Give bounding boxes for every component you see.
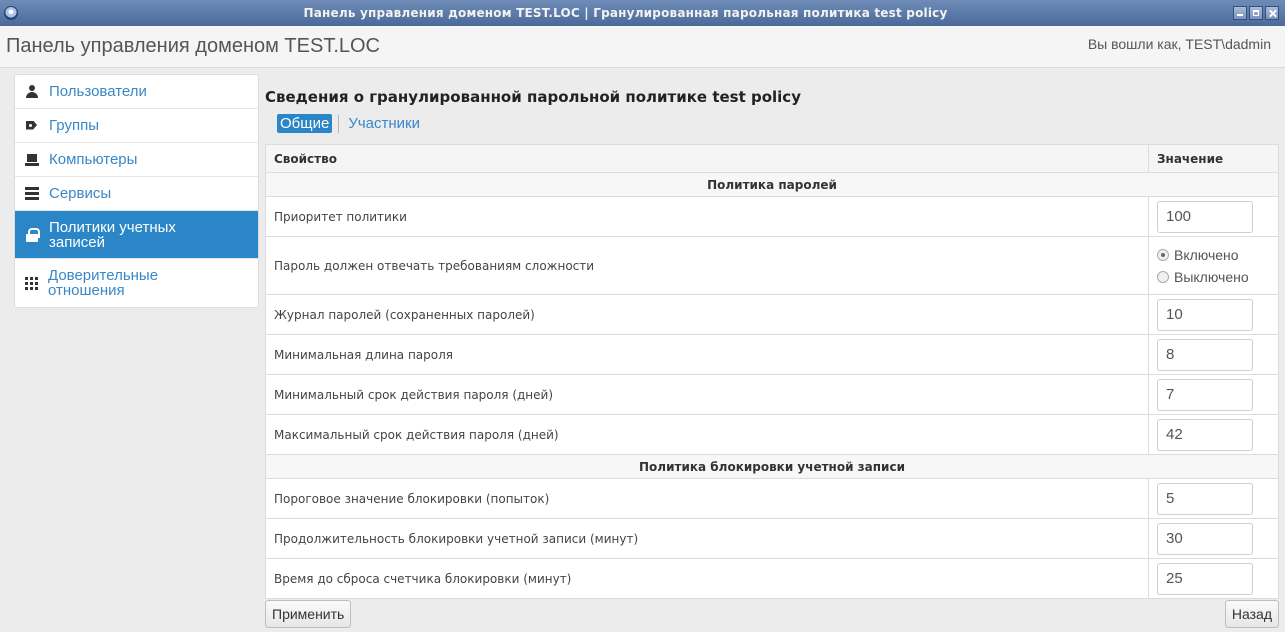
- sidebar-item-groups[interactable]: Группы: [15, 109, 258, 143]
- table-row: Максимальный срок действия пароля (дней)…: [265, 414, 1279, 455]
- table-row: Продолжительность блокировки учетной зап…: [265, 518, 1279, 559]
- app-brand[interactable]: Панель управления доменом TEST.LOC: [6, 35, 380, 58]
- table-row: Пороговое значение блокировки (попыток) …: [265, 478, 1279, 519]
- sidebar-item-label: Политики учетных записей: [49, 220, 176, 250]
- tab-bar: Общие Участники: [277, 114, 423, 133]
- radio-unchecked-icon[interactable]: [1157, 270, 1169, 283]
- section-password-policy: Политика паролей: [265, 172, 1279, 197]
- section-lockout-policy: Политика блокировки учетной записи: [265, 454, 1279, 479]
- table-header: Свойство Значение: [265, 144, 1279, 173]
- value-cell: 7: [1148, 374, 1279, 415]
- sidebar: Пользователи Группы Компьютеры Сервисы П…: [14, 74, 259, 308]
- table-row: Время до сброса счетчика блокировки (мин…: [265, 558, 1279, 599]
- radio-label: Включено: [1174, 246, 1239, 263]
- grid-icon: [25, 276, 38, 290]
- maximize-icon[interactable]: [1249, 6, 1263, 20]
- value-cell: 30: [1148, 518, 1279, 559]
- table-row: Приоритет политики 100: [265, 196, 1279, 237]
- window-titlebar: Панель управления доменом TEST.LOC | Гра…: [0, 0, 1285, 26]
- radio-label: Выключено: [1174, 268, 1249, 285]
- min-age-input[interactable]: 7: [1157, 378, 1253, 411]
- column-header-property: Свойство: [265, 144, 1149, 173]
- properties-table: Свойство Значение Политика паролей Приор…: [265, 144, 1279, 599]
- label-line-1: Доверительные: [48, 267, 159, 284]
- apply-button[interactable]: Применить: [265, 600, 352, 628]
- table-row: Журнал паролей (сохраненных паролей) 10: [265, 294, 1279, 335]
- property-label: Продолжительность блокировки учетной зап…: [265, 518, 1149, 559]
- lockout-reset-input[interactable]: 25: [1157, 562, 1253, 595]
- tab-general[interactable]: Общие: [277, 114, 333, 133]
- password-history-input[interactable]: 10: [1157, 298, 1253, 331]
- priority-input[interactable]: 100: [1157, 200, 1253, 233]
- section-row: Политика блокировки учетной записи: [265, 454, 1279, 479]
- sidebar-item-label: Сервисы: [49, 185, 112, 202]
- property-label: Минимальный срок действия пароля (дней): [265, 374, 1149, 415]
- radio-checked-icon[interactable]: [1157, 248, 1169, 261]
- column-header-value: Значение: [1148, 144, 1279, 173]
- value-cell: 100: [1148, 196, 1279, 237]
- main-content: Сведения о гранулированной парольной пол…: [265, 74, 1279, 632]
- value-cell: 8: [1148, 334, 1279, 375]
- logged-in-user: Вы вошли как, TEST\dadmin: [1087, 36, 1271, 52]
- value-cell: 5: [1148, 478, 1279, 519]
- value-cell: 25: [1148, 558, 1279, 599]
- tag-icon: [25, 119, 39, 133]
- property-label: Пароль должен отвечать требованиям сложн…: [265, 236, 1149, 295]
- app-header: Панель управления доменом TEST.LOC Вы во…: [0, 26, 1285, 68]
- table-row: Пароль должен отвечать требованиям сложн…: [265, 236, 1279, 295]
- max-age-input[interactable]: 42: [1157, 418, 1253, 451]
- window-title: Панель управления доменом TEST.LOC | Гра…: [303, 6, 948, 20]
- sidebar-item-label: Группы: [49, 117, 99, 134]
- complexity-disabled-option[interactable]: Выключено: [1157, 266, 1268, 288]
- server-icon: [25, 187, 39, 200]
- tab-divider: [338, 114, 340, 133]
- table-row: Минимальный срок действия пароля (дней) …: [265, 374, 1279, 415]
- label-line-2: отношения: [48, 282, 125, 299]
- label-line-2: записей: [49, 233, 105, 251]
- property-label: Пороговое значение блокировки (попыток): [265, 478, 1149, 519]
- property-label: Максимальный срок действия пароля (дней): [265, 414, 1149, 455]
- lockout-duration-input[interactable]: 30: [1157, 522, 1253, 555]
- minimize-icon[interactable]: [1233, 6, 1247, 20]
- app-icon: [4, 6, 18, 20]
- lockout-threshold-input[interactable]: 5: [1157, 482, 1253, 515]
- sidebar-item-label: Компьютеры: [49, 151, 138, 168]
- section-row: Политика паролей: [265, 172, 1279, 197]
- min-length-input[interactable]: 8: [1157, 338, 1253, 371]
- sidebar-item-computers[interactable]: Компьютеры: [15, 143, 258, 177]
- user-icon: [25, 84, 39, 99]
- lock-icon: [25, 227, 40, 242]
- label-line-1: Политики учетных: [49, 218, 176, 236]
- value-cell: 10: [1148, 294, 1279, 335]
- sidebar-item-services[interactable]: Сервисы: [15, 177, 258, 211]
- table-row: Минимальная длина пароля 8: [265, 334, 1279, 375]
- sidebar-item-label: Пользователи: [49, 83, 147, 100]
- window-controls: [1233, 6, 1279, 20]
- value-cell: 42: [1148, 414, 1279, 455]
- property-label: Журнал паролей (сохраненных паролей): [265, 294, 1149, 335]
- computer-icon: [25, 153, 39, 167]
- back-button[interactable]: Назад: [1224, 600, 1279, 628]
- page-title: Сведения о гранулированной парольной пол…: [265, 88, 801, 106]
- sidebar-item-users[interactable]: Пользователи: [15, 75, 258, 109]
- tab-members[interactable]: Участники: [345, 114, 423, 133]
- value-cell: Включено Выключено: [1148, 236, 1279, 295]
- sidebar-item-trusts[interactable]: Доверительные отношения: [15, 259, 258, 307]
- property-label: Приоритет политики: [265, 196, 1149, 237]
- close-icon[interactable]: [1265, 6, 1279, 20]
- sidebar-item-label: Доверительные отношения: [48, 268, 158, 298]
- property-label: Минимальная длина пароля: [265, 334, 1149, 375]
- complexity-enabled-option[interactable]: Включено: [1157, 244, 1268, 266]
- sidebar-item-account-policies[interactable]: Политики учетных записей: [15, 211, 258, 259]
- property-label: Время до сброса счетчика блокировки (мин…: [265, 558, 1149, 599]
